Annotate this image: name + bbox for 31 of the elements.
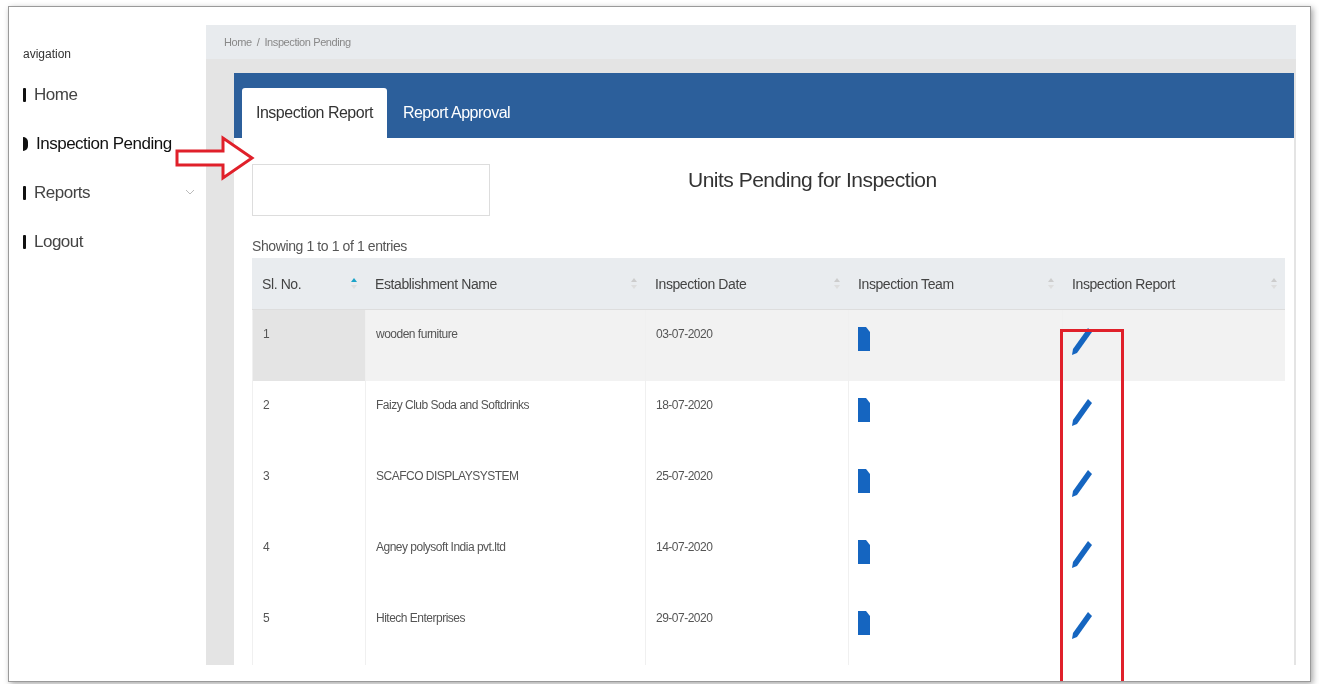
search-field[interactable]: [252, 164, 490, 216]
table-cell: wooden furniture: [365, 310, 645, 381]
column-header[interactable]: Sl. No.: [252, 258, 365, 310]
tab[interactable]: Inspection Report: [242, 88, 387, 138]
document-icon[interactable]: [857, 397, 871, 423]
pencil-icon[interactable]: [1071, 397, 1093, 427]
document-icon[interactable]: [857, 610, 871, 636]
entries-info: Showing 1 to 1 of 1 entries: [252, 238, 408, 254]
sidebar-item[interactable]: Reports: [23, 168, 206, 217]
column-header[interactable]: Inspection Date: [645, 258, 848, 310]
breadcrumb: Inspection Pending: [264, 36, 351, 48]
sidebar-title: avigation: [23, 47, 73, 61]
breadcrumb: /: [256, 36, 260, 48]
pencil-icon[interactable]: [1071, 468, 1093, 498]
table-cell: 03-07-2020: [645, 310, 848, 381]
tab[interactable]: Report Approval: [388, 88, 525, 138]
document-icon[interactable]: [857, 539, 871, 565]
pencil-icon[interactable]: [1071, 539, 1093, 569]
sidebar-item[interactable]: Home: [23, 70, 206, 119]
pencil-icon[interactable]: [1071, 326, 1093, 356]
document-icon[interactable]: [857, 468, 871, 494]
column-header[interactable]: Inspection Report: [1062, 258, 1285, 310]
sidebar-item[interactable]: Inspection Pending: [23, 119, 172, 168]
chevron-icon: [186, 190, 194, 195]
page-heading: Units Pending for Inspection: [688, 168, 937, 192]
column-header[interactable]: Establishment Name: [365, 258, 645, 310]
column-header[interactable]: Inspection Team: [848, 258, 1062, 310]
document-icon[interactable]: [857, 326, 871, 352]
pencil-icon[interactable]: [1071, 610, 1093, 640]
sidebar-item[interactable]: Logout: [23, 217, 206, 266]
table-cell: 1: [252, 310, 365, 381]
